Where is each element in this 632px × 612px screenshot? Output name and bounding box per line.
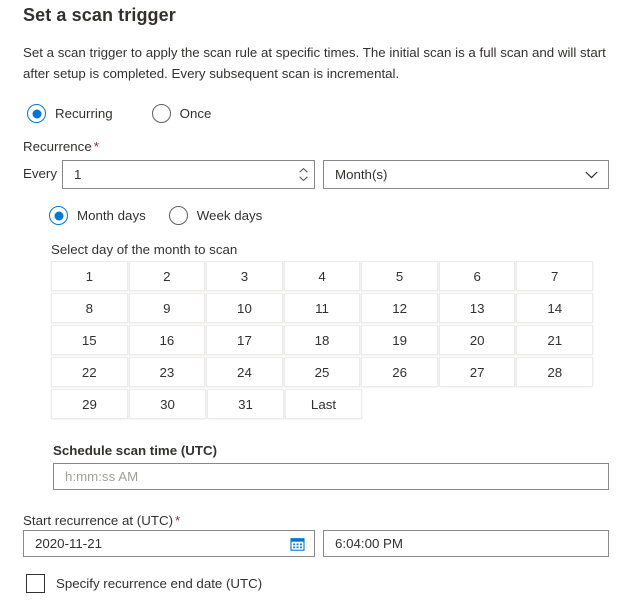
day-cell[interactable]: 17 [206, 325, 283, 355]
day-cell[interactable]: 26 [361, 357, 438, 387]
start-date-value: 2020-11-21 [35, 536, 103, 551]
day-cell[interactable]: 3 [206, 261, 283, 291]
radio-recurring[interactable]: Recurring [27, 104, 113, 123]
day-cell[interactable]: 9 [128, 293, 206, 323]
start-time-input[interactable]: 6:04:00 PM [323, 530, 609, 557]
recurrence-interval-stepper[interactable]: 1 [62, 160, 315, 189]
day-cell[interactable]: 14 [516, 293, 594, 323]
day-cell[interactable]: 16 [128, 325, 206, 355]
scan-trigger-panel: Set a scan trigger Set a scan trigger to… [0, 0, 632, 612]
end-date-checkbox-label: Specify recurrence end date (UTC) [56, 576, 263, 591]
day-cell[interactable]: 5 [361, 261, 438, 291]
day-cell[interactable]: 20 [438, 325, 516, 355]
radio-once[interactable]: Once [151, 104, 212, 123]
scan-time-label: Schedule scan time (UTC) [53, 443, 218, 458]
day-cell[interactable]: 2 [128, 261, 206, 291]
recurrence-required-mark: * [93, 139, 99, 154]
trigger-type-radio-group: Recurring Once [27, 104, 211, 123]
day-cell[interactable]: 12 [361, 293, 438, 323]
day-cell[interactable]: 28 [516, 357, 594, 387]
day-cell[interactable]: 7 [516, 261, 594, 291]
radio-recurring-label: Recurring [55, 106, 113, 121]
page-title: Set a scan trigger [23, 5, 176, 25]
day-row: 29 30 31 Last [51, 389, 594, 421]
day-cell[interactable]: 23 [128, 357, 206, 387]
day-row: 22 23 24 25 26 27 28 [51, 357, 594, 389]
day-row: 15 16 17 18 19 20 21 [51, 325, 594, 357]
scan-time-placeholder: h:mm:ss AM [65, 469, 139, 484]
start-recurrence-label: Start recurrence at (UTC) * [23, 513, 180, 528]
day-cell[interactable]: 22 [51, 357, 128, 387]
day-cell[interactable]: 21 [516, 325, 594, 355]
page-description: Set a scan trigger to apply the scan rul… [23, 45, 606, 81]
radio-week-days[interactable]: Week days [168, 206, 263, 225]
day-cell[interactable]: 6 [438, 261, 516, 291]
radio-month-days-indicator[interactable] [49, 206, 68, 225]
radio-month-days-label: Month days [77, 208, 146, 223]
recurrence-label: Recurrence * [23, 139, 99, 154]
chevron-up-icon[interactable] [298, 168, 308, 173]
day-cell[interactable]: 31 [207, 389, 284, 419]
day-cell[interactable]: 19 [361, 325, 438, 355]
day-cell[interactable]: 18 [283, 325, 361, 355]
day-cell[interactable]: 27 [438, 357, 516, 387]
day-cell[interactable]: 30 [129, 389, 206, 419]
day-cell[interactable]: 13 [438, 293, 516, 323]
radio-once-indicator[interactable] [151, 104, 171, 123]
recurrence-unit-value: Month(s) [335, 167, 388, 182]
recurrence-interval-value: 1 [74, 167, 82, 182]
recurrence-unit-dropdown[interactable]: Month(s) [323, 160, 609, 189]
start-recurrence-label-text: Start recurrence at (UTC) [23, 513, 173, 528]
chevron-down-icon[interactable] [585, 171, 598, 179]
day-cell[interactable]: 15 [51, 325, 128, 355]
start-recurrence-required-mark: * [175, 513, 181, 528]
day-mode-radio-group: Month days Week days [49, 206, 262, 225]
recurrence-label-text: Recurrence [23, 139, 92, 154]
day-cell[interactable]: 8 [51, 293, 128, 323]
day-row: 8 9 10 11 12 13 14 [51, 293, 594, 325]
day-cell[interactable]: 25 [283, 357, 361, 387]
start-time-value: 6:04:00 PM [335, 536, 404, 551]
day-cell[interactable]: 4 [283, 261, 361, 291]
every-label: Every [23, 166, 57, 181]
calendar-icon[interactable] [290, 536, 305, 551]
day-of-month-grid: 1 2 3 4 5 6 7 8 9 10 11 12 13 14 15 16 1… [51, 261, 594, 421]
scan-time-input[interactable]: h:mm:ss AM [53, 463, 609, 490]
stepper-buttons[interactable] [292, 161, 314, 188]
day-picker-label: Select day of the month to scan [51, 242, 238, 257]
day-cell[interactable]: 10 [206, 293, 283, 323]
radio-recurring-indicator[interactable] [27, 104, 46, 123]
day-cell[interactable]: 29 [51, 389, 128, 419]
start-date-input[interactable]: 2020-11-21 [23, 530, 315, 557]
radio-once-label: Once [179, 106, 212, 121]
day-row: 1 2 3 4 5 6 7 [51, 261, 594, 293]
radio-month-days[interactable]: Month days [49, 206, 146, 225]
end-date-checkbox[interactable] [26, 574, 45, 593]
chevron-down-icon[interactable] [298, 176, 308, 181]
day-cell[interactable]: 11 [283, 293, 361, 323]
radio-week-days-label: Week days [196, 208, 263, 223]
day-cell[interactable]: 24 [206, 357, 283, 387]
radio-week-days-indicator[interactable] [168, 206, 188, 225]
day-cell-last[interactable]: Last [285, 389, 362, 419]
end-date-checkbox-row[interactable]: Specify recurrence end date (UTC) [26, 574, 262, 593]
day-cell[interactable]: 1 [51, 261, 128, 291]
